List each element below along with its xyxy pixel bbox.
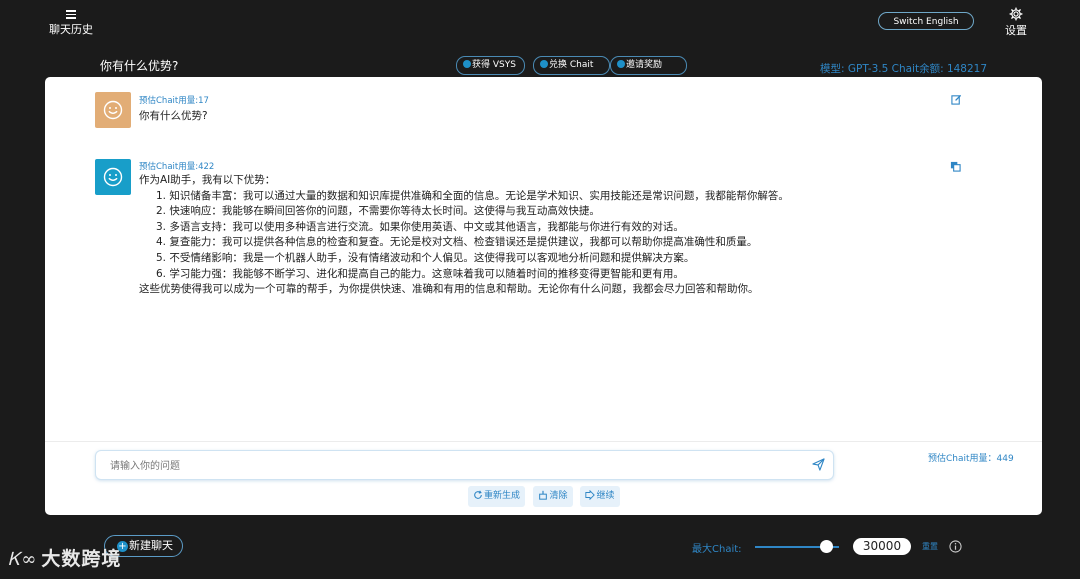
answer-item: 5. 不受情绪影响：我是一个机器人助手，没有情绪波动和个人偏见。这使得我可以客观… xyxy=(156,251,695,264)
question-input[interactable] xyxy=(108,457,802,475)
continue-button[interactable]: 继续 xyxy=(580,486,620,507)
settings-button[interactable]: 设置 xyxy=(998,7,1034,38)
get-vsys-button[interactable]: 获得 VSYS xyxy=(456,56,525,75)
answer-item: 4. 复查能力：我可以提供各种信息的检查和复查。无论是校对文档、检查错误还是提供… xyxy=(156,236,758,249)
regenerate-button[interactable]: 重新生成 xyxy=(468,486,525,507)
refresh-icon xyxy=(474,490,482,499)
coin-icon xyxy=(463,60,471,68)
answer-item: 3. 多语言支持：我可以使用多种语言进行交流。如果你使用英语、中文或其他语言，我… xyxy=(156,220,684,233)
clear-label: 清除 xyxy=(549,491,568,501)
answer-intro: 作为AI助手，我有以下优势： xyxy=(139,174,276,186)
estimated-usage: 预估Chait用量：449 xyxy=(928,454,1014,464)
redeem-chait-button[interactable]: 兑换 Chait xyxy=(533,56,610,75)
new-chat-label: 新建聊天 xyxy=(129,539,173,552)
edit-icon[interactable] xyxy=(951,94,962,105)
invite-reward-button[interactable]: 邀请奖励 xyxy=(610,56,687,75)
watermark-logo: Ꮶ∞ xyxy=(8,549,38,570)
smiley-icon xyxy=(103,167,123,187)
answer-list: 1. 知识储备丰富：我可以通过大量的数据和知识库提供准确和全面的信息。无论是学术… xyxy=(139,189,899,283)
user-avatar xyxy=(95,92,131,128)
coin-icon xyxy=(617,60,625,68)
settings-label: 设置 xyxy=(1005,24,1027,37)
clear-button[interactable]: 清除 xyxy=(533,486,573,507)
page-title: 你有什么优势? xyxy=(100,59,179,73)
get-vsys-label: 获得 VSYS xyxy=(472,60,516,70)
max-chait-value[interactable]: 30000 xyxy=(853,538,911,555)
watermark: Ꮶ∞ 大数跨境 xyxy=(8,544,121,571)
answer-conclusion: 这些优势使得我可以成为一个可靠的帮手，为你提供快速、准确和有用的信息和帮助。无论… xyxy=(139,283,759,296)
user-message-usage: 预估Chait用量:17 xyxy=(139,96,209,106)
coin-icon xyxy=(540,60,548,68)
answer-item: 2. 快速响应：我能够在瞬间回答你的问题，不需要你等待太长时间。这使得与我互动高… xyxy=(156,205,600,218)
bot-message-text: 作为AI助手，我有以下优势： 1. 知识储备丰富：我可以通过大量的数据和知识库提… xyxy=(139,173,899,298)
max-chait-slider-handle[interactable] xyxy=(819,540,833,553)
message-list[interactable]: 预估Chait用量:17 你有什么优势? 预估Chait用量:422 作为AI助… xyxy=(45,77,1042,441)
user-message-text: 你有什么优势? xyxy=(139,110,208,122)
bot-message-usage: 预估Chait用量:422 xyxy=(139,162,215,172)
menu-icon xyxy=(66,10,76,19)
model-balance-info: 模型: GPT-3.5 Chait余额: 148217 xyxy=(820,63,988,75)
continue-arrow-icon xyxy=(585,489,596,501)
composer-divider xyxy=(45,441,1042,442)
redeem-chait-label: 兑换 Chait xyxy=(549,60,594,70)
smiley-icon xyxy=(103,100,123,120)
regenerate-label: 重新生成 xyxy=(483,491,520,501)
chat-history-button[interactable]: 聊天历史 xyxy=(46,8,96,37)
send-icon[interactable] xyxy=(812,458,825,471)
watermark-text: 大数跨境 xyxy=(41,548,122,570)
switch-language-button[interactable]: Switch English xyxy=(878,12,974,30)
question-input-box[interactable] xyxy=(95,450,834,480)
continue-label: 继续 xyxy=(596,491,615,501)
copy-icon[interactable] xyxy=(950,161,961,172)
answer-item: 1. 知识储备丰富：我可以通过大量的数据和知识库提供准确和全面的信息。无论是学术… xyxy=(156,189,789,202)
broom-icon xyxy=(539,490,548,500)
invite-reward-label: 邀请奖励 xyxy=(626,60,663,70)
bot-avatar xyxy=(95,159,131,195)
chat-panel: 预估Chait用量:17 你有什么优势? 预估Chait用量:422 作为AI助… xyxy=(45,77,1042,515)
info-icon[interactable] xyxy=(949,540,962,553)
chat-history-label: 聊天历史 xyxy=(49,22,93,36)
reset-button[interactable]: 重置 xyxy=(922,541,938,552)
gear-icon xyxy=(1009,7,1023,21)
answer-item: 6. 学习能力强：我能够不断学习、进化和提高自己的能力。这意味着我可以随着时间的… xyxy=(156,267,684,280)
max-chait-label: 最大Chait: xyxy=(692,544,742,555)
